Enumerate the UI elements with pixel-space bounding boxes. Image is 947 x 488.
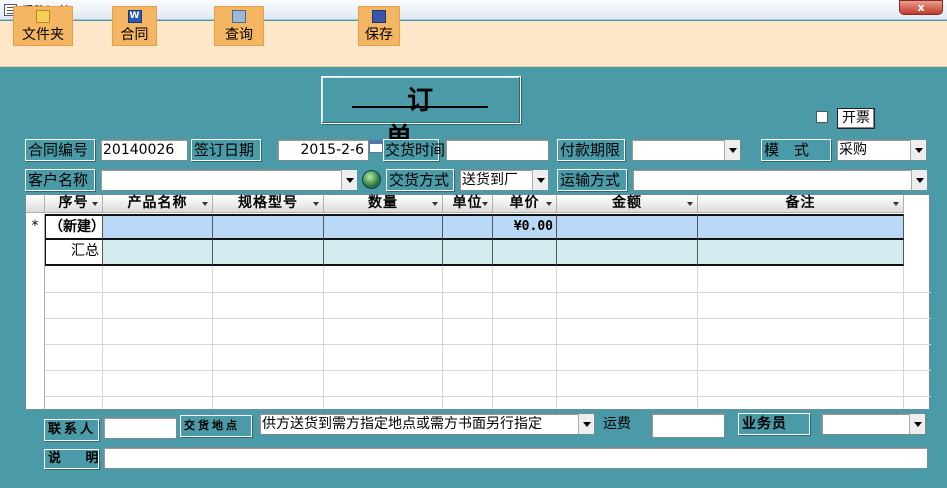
sort-arrow-icon bbox=[482, 202, 488, 206]
transport-label: 运输方式 bbox=[557, 169, 627, 191]
salesperson-dropdown-icon[interactable] bbox=[909, 414, 925, 434]
delivery-method-label: 交货方式 bbox=[386, 169, 454, 191]
column-header-label: 单位 bbox=[452, 195, 483, 211]
title-underline bbox=[352, 106, 488, 108]
delivery-time-field[interactable] bbox=[445, 139, 549, 161]
column-header-label: 规格型号 bbox=[238, 195, 298, 211]
order-items-grid[interactable]: 序号 产品名称 规格型号 数量 单位 单价 金额 备注 * （新建） ¥0.00… bbox=[25, 194, 931, 410]
sign-date-label: 签订日期 bbox=[191, 139, 261, 161]
mode-label: 模 式 bbox=[761, 139, 831, 161]
customer-dropdown-icon[interactable] bbox=[341, 170, 357, 190]
grid-row-line bbox=[26, 318, 931, 319]
total-cell bbox=[698, 240, 904, 266]
sort-arrow-icon bbox=[92, 202, 98, 206]
column-header-label: 产品名称 bbox=[127, 195, 188, 211]
calendar-icon[interactable] bbox=[369, 140, 383, 153]
column-header-price[interactable]: 单价 bbox=[493, 195, 557, 213]
contract-button[interactable]: W 合同 bbox=[112, 6, 157, 46]
note-field[interactable] bbox=[103, 447, 928, 469]
contract-button-label: 合同 bbox=[120, 27, 149, 43]
column-header-remark[interactable]: 备注 bbox=[698, 195, 904, 213]
column-header-spec[interactable]: 规格型号 bbox=[213, 195, 324, 213]
freight-field[interactable] bbox=[651, 413, 725, 438]
grid-row-line bbox=[26, 292, 931, 293]
freight-label: 运费 bbox=[603, 416, 631, 432]
close-button[interactable]: x bbox=[899, 0, 943, 15]
delivery-place-select[interactable]: 供方送货到需方指定地点或需方书面另行指定 bbox=[259, 413, 595, 435]
transport-dropdown-icon[interactable] bbox=[911, 170, 927, 190]
row-selector bbox=[26, 240, 45, 266]
payment-term-label: 付款期限 bbox=[557, 139, 625, 161]
total-cell bbox=[324, 240, 443, 266]
save-button[interactable]: 保存 bbox=[358, 6, 400, 46]
sign-date-field[interactable]: 2015-2-6 bbox=[277, 139, 369, 161]
column-header-label: 金额 bbox=[612, 195, 642, 211]
total-cell bbox=[557, 240, 698, 266]
contract-no-label: 合同编号 bbox=[25, 139, 95, 161]
column-header-amount[interactable]: 金额 bbox=[557, 195, 698, 213]
row-selector[interactable]: * bbox=[26, 214, 45, 240]
invoice-button[interactable]: 开票 bbox=[837, 108, 875, 129]
query-button-label: 查询 bbox=[225, 27, 253, 43]
sort-arrow-icon bbox=[432, 202, 438, 206]
grid-row-line bbox=[26, 370, 931, 371]
word-icon: W bbox=[127, 10, 142, 23]
total-cell bbox=[213, 240, 324, 266]
column-header-label: 序号 bbox=[58, 195, 89, 211]
column-header-label: 数量 bbox=[368, 195, 398, 211]
table-row-new[interactable]: * （新建） ¥0.00 bbox=[26, 214, 931, 240]
seq-cell[interactable]: （新建） bbox=[45, 214, 105, 240]
sort-arrow-icon bbox=[546, 202, 552, 206]
payment-term-dropdown-icon[interactable] bbox=[724, 140, 740, 160]
customer-label: 客户名称 bbox=[25, 169, 95, 191]
folder-button[interactable]: 文件夹 bbox=[13, 6, 73, 46]
folder-button-label: 文件夹 bbox=[22, 27, 64, 43]
quantity-cell[interactable] bbox=[324, 214, 443, 240]
grid-corner[interactable] bbox=[26, 195, 45, 213]
mode-dropdown-icon[interactable] bbox=[910, 140, 926, 160]
row-selector-column bbox=[26, 266, 45, 409]
sort-arrow-icon bbox=[313, 202, 319, 206]
contact-field[interactable] bbox=[103, 417, 177, 439]
globe-icon[interactable] bbox=[362, 170, 381, 189]
total-label: 汇总 bbox=[45, 240, 103, 266]
query-icon bbox=[232, 10, 246, 23]
contract-no-field[interactable]: 20140026 bbox=[100, 139, 188, 161]
folder-icon bbox=[36, 10, 50, 23]
salesperson-label: 业务员 bbox=[738, 413, 810, 435]
sort-arrow-icon bbox=[687, 202, 693, 206]
table-row-total: 汇总 bbox=[26, 240, 931, 266]
delivery-method-dropdown-icon[interactable] bbox=[532, 170, 548, 190]
delivery-time-label: 交货时间 bbox=[383, 139, 446, 161]
query-button[interactable]: 查询 bbox=[214, 6, 264, 46]
column-header-product[interactable]: 产品名称 bbox=[103, 195, 213, 213]
customer-select[interactable] bbox=[100, 169, 357, 191]
save-button-label: 保存 bbox=[365, 27, 393, 43]
column-header-label: 备注 bbox=[785, 195, 816, 211]
remark-cell[interactable] bbox=[698, 214, 904, 240]
delivery-place-dropdown-icon[interactable] bbox=[578, 414, 594, 434]
amount-cell[interactable] bbox=[557, 214, 698, 240]
sort-arrow-icon bbox=[893, 202, 899, 206]
total-cell bbox=[103, 240, 213, 266]
price-cell[interactable]: ¥0.00 bbox=[493, 214, 557, 240]
total-cell bbox=[493, 240, 557, 266]
transport-select[interactable] bbox=[632, 169, 928, 191]
total-cell bbox=[443, 240, 493, 266]
note-label: 说 明 bbox=[44, 449, 99, 469]
floppy-disk-icon bbox=[372, 10, 386, 23]
delivery-place-label: 交货地点 bbox=[180, 415, 252, 437]
sort-arrow-icon bbox=[202, 202, 208, 206]
product-cell[interactable] bbox=[103, 214, 213, 240]
grid-row-line bbox=[26, 396, 931, 397]
column-header-quantity[interactable]: 数量 bbox=[324, 195, 443, 213]
unit-cell[interactable] bbox=[443, 214, 493, 240]
contact-label: 联系人 bbox=[44, 419, 99, 441]
spec-cell[interactable] bbox=[213, 214, 324, 240]
column-header-seq[interactable]: 序号 bbox=[45, 195, 103, 213]
column-header-unit[interactable]: 单位 bbox=[443, 195, 493, 213]
grid-row-line bbox=[26, 344, 931, 345]
invoice-checkbox[interactable] bbox=[816, 111, 828, 123]
column-header-label: 单价 bbox=[509, 195, 540, 211]
